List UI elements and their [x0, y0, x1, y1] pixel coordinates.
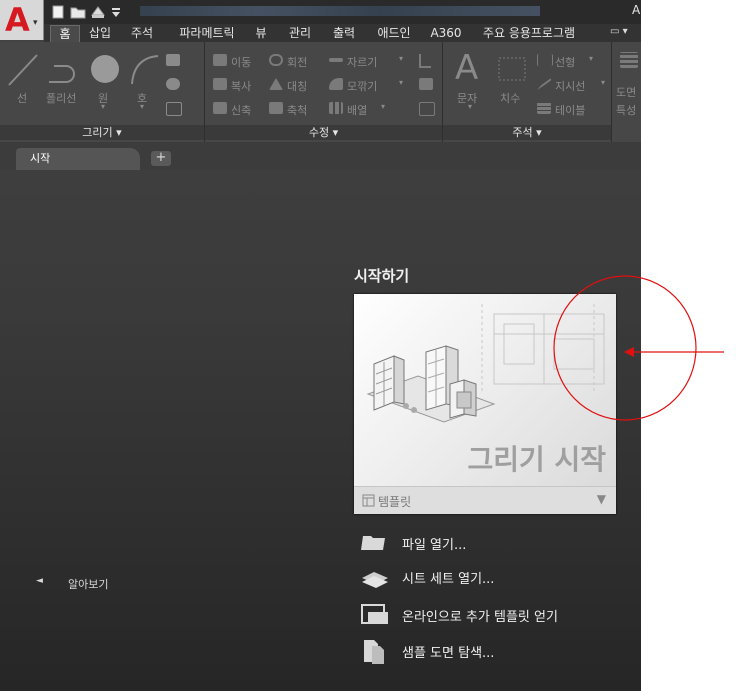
annotation-arrowhead	[624, 347, 634, 357]
red-annotation-overlay	[553, 275, 724, 421]
annotation-circle	[553, 275, 697, 421]
